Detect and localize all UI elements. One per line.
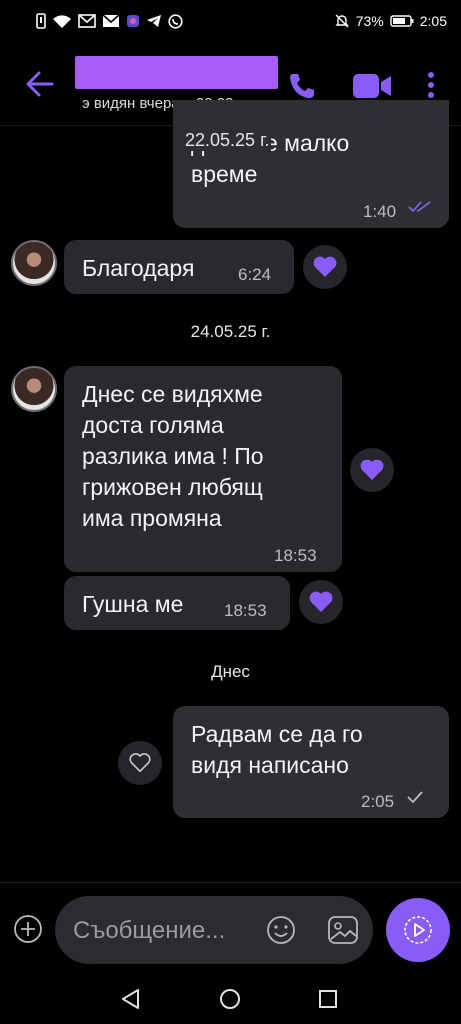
status-bar: 73% 2:05: [0, 0, 461, 44]
message-text: Благодаря: [82, 255, 195, 281]
call-icon[interactable]: [287, 71, 317, 101]
viber-status-icon: [168, 13, 183, 29]
contact-avatar[interactable]: [11, 240, 57, 286]
more-menu-icon[interactable]: [426, 71, 436, 99]
date-separator: 24.05.25 г.: [190, 322, 271, 341]
back-arrow-icon[interactable]: [26, 71, 54, 97]
message-text-line: време: [191, 161, 258, 187]
heart-filled-icon: [360, 459, 384, 480]
outgoing-message[interactable]: Радвам се да го видя написано 2:05: [173, 706, 449, 818]
plus-attach-icon[interactable]: [13, 914, 43, 944]
message-text-line: грижовен любящ: [82, 474, 263, 500]
heart-reaction-button[interactable]: [303, 245, 347, 289]
message-time: 2:05: [361, 792, 395, 811]
message-text: Гушна ме: [82, 591, 184, 617]
incoming-message[interactable]: Гушна ме 18:53: [64, 576, 290, 630]
nav-recents-icon[interactable]: [318, 989, 338, 1009]
message-text-line: има промяна: [82, 505, 222, 531]
app-icon: [127, 15, 139, 27]
status-icons-left: [36, 13, 183, 29]
message-text-line: доста голяма: [82, 412, 224, 438]
date-separator-overlay: 22.05.25 г.: [183, 130, 272, 151]
message-text-line: разлика има ! По: [82, 443, 264, 469]
system-nav-bar: [0, 972, 461, 1024]
battery-icon: [390, 15, 414, 27]
message-time: 18:53: [274, 546, 317, 565]
mail-icon: [78, 14, 96, 28]
gallery-icon[interactable]: [327, 915, 359, 945]
telegram-icon: [147, 15, 161, 27]
wifi-icon: [53, 14, 71, 28]
heart-filled-icon: [309, 591, 333, 612]
heart-reaction-button[interactable]: [118, 741, 162, 785]
heart-filled-icon: [313, 256, 337, 277]
message-time: 1:40: [363, 202, 397, 221]
nav-back-icon[interactable]: [120, 988, 142, 1010]
message-text-line: видя написано: [191, 752, 349, 778]
heart-reaction-button[interactable]: [350, 448, 394, 492]
delivered-check-icon: [408, 201, 431, 213]
clock: 2:05: [419, 13, 447, 29]
emoji-icon[interactable]: [266, 915, 296, 945]
video-call-icon[interactable]: [352, 72, 392, 100]
contact-name-redacted[interactable]: [75, 56, 278, 89]
sim-icon: [36, 13, 46, 29]
message-input[interactable]: Съобщение...: [55, 896, 373, 964]
mute-bell-icon: [335, 14, 349, 28]
date-separator: Днес: [211, 662, 250, 681]
outgoing-message-partial[interactable]: да мине малко време 1:40: [173, 100, 449, 228]
incoming-message[interactable]: Днес се видяхме доста голяма разлика има…: [64, 366, 342, 572]
message-time: 6:24: [238, 265, 272, 284]
sent-check-icon: [407, 791, 423, 804]
status-icons-right: 73% 2:05: [334, 13, 447, 29]
contact-avatar[interactable]: [11, 366, 57, 412]
heart-reaction-button[interactable]: [299, 580, 343, 624]
send-button[interactable]: [386, 898, 450, 962]
battery-percent: 73%: [355, 13, 384, 29]
message-text-line: Радвам се да го: [191, 721, 363, 747]
message-text-line: Днес се видяхме: [82, 381, 263, 407]
mail-icon-2: [102, 14, 120, 27]
message-input-placeholder: Съобщение...: [73, 917, 226, 944]
nav-home-icon[interactable]: [219, 988, 241, 1010]
heart-outline-icon: [129, 753, 151, 773]
incoming-message[interactable]: Благодаря 6:24: [64, 240, 294, 294]
send-play-icon: [404, 916, 432, 944]
message-composer: Съобщение...: [0, 882, 461, 972]
message-time: 18:53: [224, 601, 267, 620]
